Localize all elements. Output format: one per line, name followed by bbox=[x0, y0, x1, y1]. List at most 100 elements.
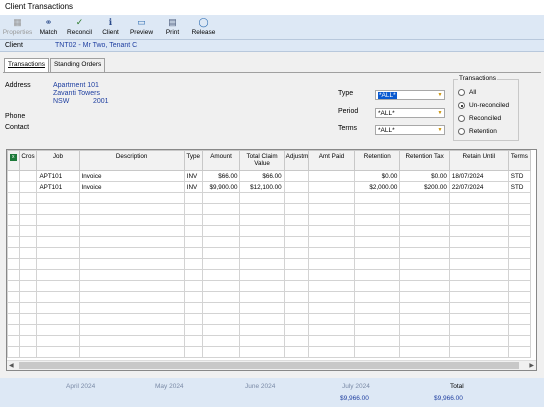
table-cell[interactable] bbox=[283, 170, 309, 182]
table-cell[interactable] bbox=[18, 346, 38, 358]
table-cell[interactable] bbox=[507, 258, 532, 270]
table-cell[interactable] bbox=[448, 192, 509, 204]
chevron-down-icon[interactable]: ▼ bbox=[436, 109, 444, 117]
table-cell[interactable] bbox=[183, 313, 203, 325]
table-cell[interactable] bbox=[201, 203, 241, 215]
table-cell[interactable]: INV bbox=[183, 181, 203, 193]
table-cell[interactable] bbox=[36, 280, 80, 292]
table-cell[interactable] bbox=[36, 346, 80, 358]
table-cell[interactable] bbox=[283, 192, 309, 204]
table-cell[interactable] bbox=[507, 313, 532, 325]
table-cell[interactable] bbox=[18, 258, 38, 270]
table-cell[interactable] bbox=[78, 258, 185, 270]
row-indicator[interactable] bbox=[7, 324, 20, 336]
row-indicator[interactable] bbox=[7, 192, 20, 204]
row-indicator[interactable] bbox=[7, 225, 20, 237]
radio-retention[interactable]: Retention bbox=[458, 128, 497, 135]
table-cell[interactable] bbox=[78, 335, 185, 347]
table-cell[interactable]: $12,100.00 bbox=[239, 181, 285, 193]
table-cell[interactable] bbox=[399, 346, 450, 358]
table-cell[interactable] bbox=[183, 203, 203, 215]
table-cell[interactable] bbox=[239, 335, 285, 347]
table-cell[interactable] bbox=[201, 324, 241, 336]
col-header[interactable]: Retention bbox=[354, 150, 401, 171]
table-cell[interactable]: APT101 bbox=[36, 181, 80, 193]
table-cell[interactable] bbox=[78, 269, 185, 281]
table-cell[interactable]: $200.00 bbox=[399, 181, 450, 193]
table-cell[interactable] bbox=[354, 313, 401, 325]
table-cell[interactable] bbox=[448, 225, 509, 237]
table-cell[interactable]: $66.00 bbox=[239, 170, 285, 182]
table-cell[interactable] bbox=[283, 291, 309, 303]
table-cell[interactable] bbox=[239, 247, 285, 259]
reconcile-button[interactable]: ✓ Reconcil bbox=[64, 15, 95, 40]
table-cell[interactable] bbox=[507, 214, 532, 226]
horizontal-scrollbar[interactable]: ◀ ▶ bbox=[7, 360, 536, 370]
table-cell[interactable] bbox=[183, 324, 203, 336]
row-indicator[interactable] bbox=[7, 247, 20, 259]
table-cell[interactable] bbox=[354, 302, 401, 314]
table-cell[interactable] bbox=[201, 280, 241, 292]
table-cell[interactable] bbox=[399, 291, 450, 303]
table-cell[interactable] bbox=[307, 269, 356, 281]
table-row[interactable] bbox=[7, 291, 532, 303]
table-cell[interactable] bbox=[507, 225, 532, 237]
table-cell[interactable] bbox=[18, 181, 38, 193]
table-cell[interactable] bbox=[78, 324, 185, 336]
table-cell[interactable] bbox=[354, 214, 401, 226]
col-header[interactable]: Adjustm bbox=[283, 150, 309, 171]
table-cell[interactable] bbox=[36, 225, 80, 237]
table-cell[interactable] bbox=[354, 236, 401, 248]
table-cell[interactable] bbox=[507, 247, 532, 259]
table-cell[interactable] bbox=[183, 291, 203, 303]
table-cell[interactable] bbox=[283, 258, 309, 270]
table-cell[interactable] bbox=[78, 280, 185, 292]
table-cell[interactable] bbox=[283, 346, 309, 358]
table-cell[interactable] bbox=[354, 335, 401, 347]
table-row[interactable] bbox=[7, 225, 532, 237]
table-cell[interactable] bbox=[183, 269, 203, 281]
table-cell[interactable] bbox=[448, 269, 509, 281]
tab-transactions[interactable]: Transactions bbox=[4, 58, 49, 72]
table-cell[interactable] bbox=[239, 291, 285, 303]
table-cell[interactable] bbox=[354, 203, 401, 215]
table-cell[interactable] bbox=[283, 247, 309, 259]
col-header[interactable]: Cros bbox=[18, 150, 38, 171]
row-indicator[interactable] bbox=[7, 214, 20, 226]
table-cell[interactable] bbox=[283, 335, 309, 347]
table-row[interactable] bbox=[7, 324, 532, 336]
row-indicator[interactable] bbox=[7, 291, 20, 303]
table-cell[interactable] bbox=[18, 291, 38, 303]
grid-export-header[interactable]: x bbox=[7, 150, 20, 171]
scrollbar-thumb[interactable] bbox=[19, 362, 519, 369]
table-row[interactable] bbox=[7, 280, 532, 292]
col-header[interactable]: Type bbox=[183, 150, 203, 171]
table-cell[interactable] bbox=[18, 192, 38, 204]
table-cell[interactable] bbox=[448, 335, 509, 347]
table-cell[interactable] bbox=[307, 214, 356, 226]
table-cell[interactable] bbox=[448, 258, 509, 270]
table-cell[interactable] bbox=[399, 313, 450, 325]
excel-icon[interactable]: x bbox=[9, 154, 17, 161]
client-button[interactable]: ℹ Client bbox=[95, 15, 126, 40]
table-cell[interactable] bbox=[201, 236, 241, 248]
table-cell[interactable] bbox=[307, 181, 356, 193]
table-cell[interactable] bbox=[354, 291, 401, 303]
table-cell[interactable] bbox=[507, 269, 532, 281]
radio-all[interactable]: All bbox=[458, 89, 476, 96]
table-cell[interactable] bbox=[448, 280, 509, 292]
table-cell[interactable] bbox=[283, 280, 309, 292]
table-cell[interactable]: STD bbox=[507, 170, 532, 182]
table-row[interactable] bbox=[7, 192, 532, 204]
table-cell[interactable] bbox=[201, 269, 241, 281]
table-row[interactable] bbox=[7, 346, 532, 358]
table-cell[interactable]: 18/07/2024 bbox=[448, 170, 509, 182]
table-cell[interactable] bbox=[507, 203, 532, 215]
table-cell[interactable]: 22/07/2024 bbox=[448, 181, 509, 193]
table-cell[interactable] bbox=[507, 302, 532, 314]
table-cell[interactable] bbox=[183, 302, 203, 314]
table-cell[interactable] bbox=[507, 280, 532, 292]
scroll-left-icon[interactable]: ◀ bbox=[9, 362, 14, 369]
table-cell[interactable] bbox=[239, 236, 285, 248]
table-cell[interactable] bbox=[18, 313, 38, 325]
